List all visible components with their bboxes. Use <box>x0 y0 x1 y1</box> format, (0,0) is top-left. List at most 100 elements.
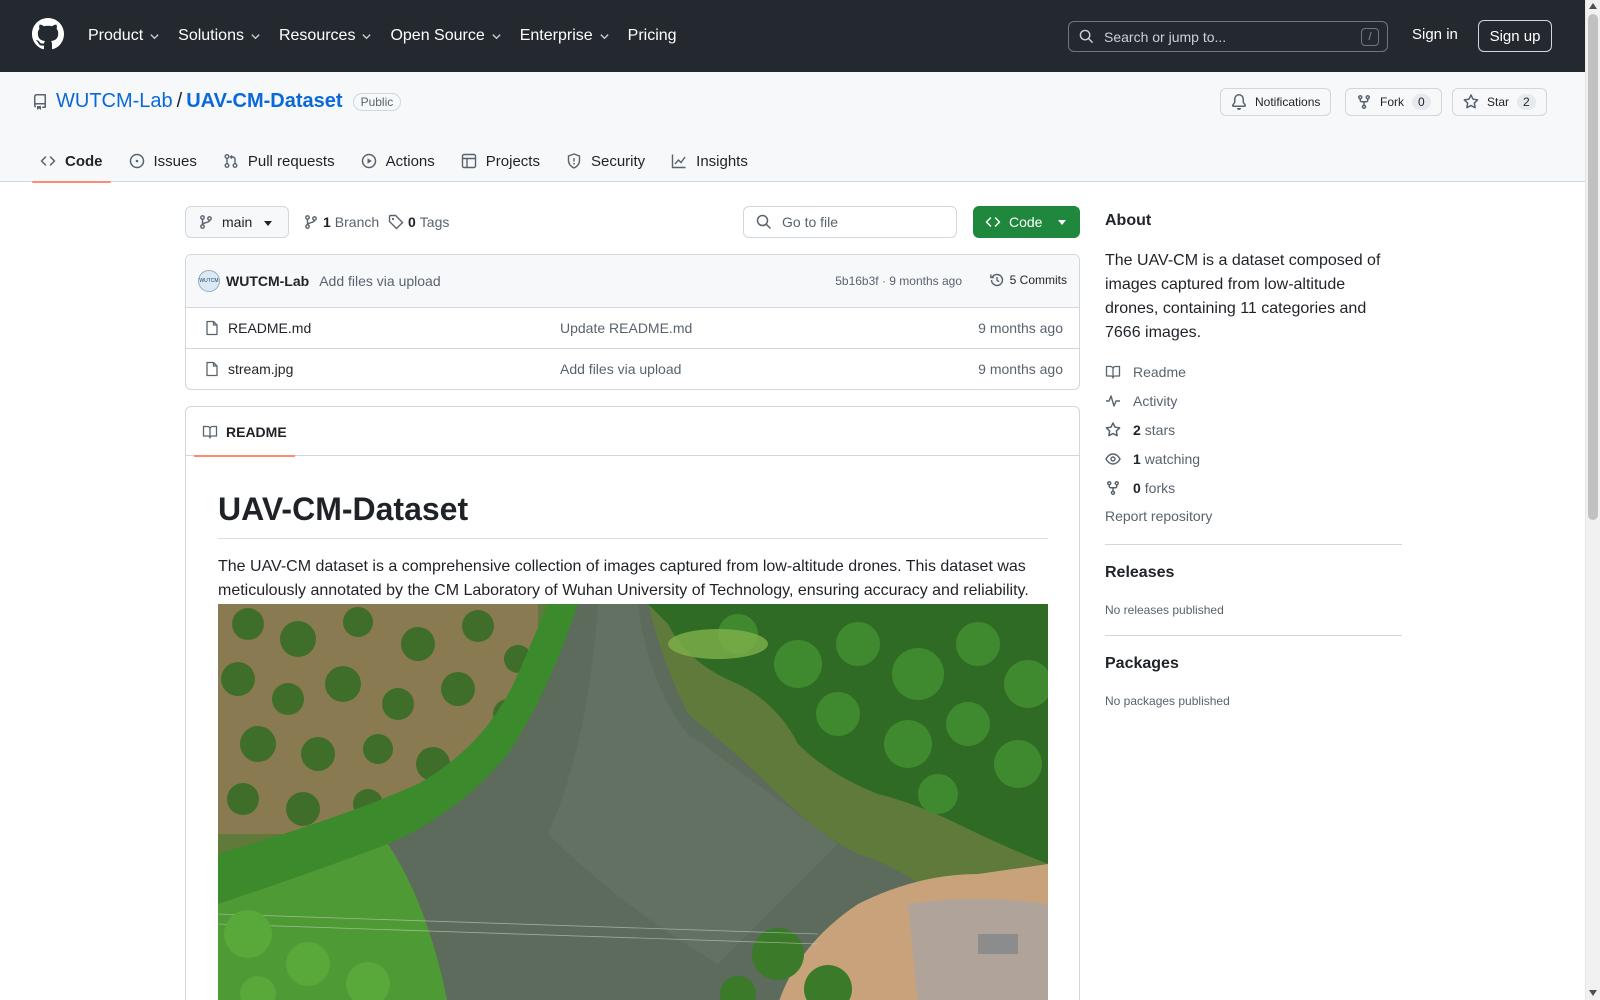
file-name-link[interactable]: README.md <box>228 320 311 336</box>
forks-count: 0 <box>1133 480 1141 496</box>
file-name-link[interactable]: stream.jpg <box>228 361 293 377</box>
pull-request-icon <box>224 154 238 168</box>
branch-count: 1 <box>323 214 331 230</box>
play-icon <box>361 153 376 169</box>
commit-hash-time[interactable]: 5b16b3f · 9 months ago <box>835 274 962 288</box>
stars-count: 2 <box>1133 422 1141 438</box>
tab-issues[interactable]: Issues <box>121 140 205 182</box>
global-search-input[interactable]: Search or jump to... / <box>1068 21 1388 52</box>
file-row[interactable]: stream.jpg Add files via upload 9 months… <box>186 349 1079 389</box>
github-logo-icon[interactable] <box>32 18 64 50</box>
forks-link[interactable]: 0 forks <box>1105 480 1175 496</box>
sidebar-divider <box>1105 635 1402 636</box>
branches-link[interactable]: 1 Branch <box>303 214 379 230</box>
scroll-thumb[interactable] <box>1588 14 1598 520</box>
readme-link-label: Readme <box>1133 364 1186 380</box>
fork-icon <box>1107 481 1119 496</box>
nav-solutions[interactable]: Solutions <box>178 22 261 50</box>
tab-pull-requests[interactable]: Pull requests <box>215 140 343 182</box>
forks-label: forks <box>1144 480 1176 496</box>
readme-link[interactable]: Readme <box>1105 364 1186 380</box>
nav-pricing[interactable]: Pricing <box>628 22 677 50</box>
releases-heading[interactable]: Releases <box>1105 564 1174 582</box>
readme-aerial-image[interactable] <box>218 604 1048 1000</box>
star-label: Star <box>1487 95 1510 109</box>
releases-empty-text: No releases published <box>1105 603 1224 617</box>
file-row[interactable]: README.md Update README.md 9 months ago <box>186 308 1079 349</box>
readme-paragraph: The UAV-CM dataset is a comprehensive co… <box>218 558 1029 599</box>
watching-label: watching <box>1144 451 1201 467</box>
commit-author-link[interactable]: WUTCM-Lab <box>226 273 309 289</box>
star-icon <box>1105 422 1121 437</box>
branch-icon <box>305 215 317 229</box>
nav-enterprise[interactable]: Enterprise <box>520 22 610 50</box>
search-icon <box>1079 29 1094 44</box>
code-icon <box>985 217 1001 227</box>
nav-product[interactable]: Product <box>88 22 160 50</box>
tab-actions-label: Actions <box>385 152 435 170</box>
scroll-up-arrow-icon[interactable] <box>1589 3 1597 9</box>
repo-name-link[interactable]: UAV-CM-Dataset <box>186 90 342 113</box>
tab-code[interactable]: Code <box>32 140 111 183</box>
sign-up-button[interactable]: Sign up <box>1478 20 1552 52</box>
readme-tab-label: README <box>226 423 287 440</box>
file-list: WUTCM WUTCM-Lab Add files via upload 5b1… <box>185 254 1080 390</box>
code-dropdown-button[interactable]: Code <box>973 206 1080 238</box>
sidebar-divider <box>1105 544 1402 545</box>
chevron-down-icon <box>492 33 501 39</box>
commits-link[interactable]: 5 Commits <box>989 272 1067 288</box>
search-icon <box>756 214 772 230</box>
activity-link[interactable]: Activity <box>1105 393 1177 409</box>
branch-selector-button[interactable]: main <box>185 206 289 238</box>
packages-empty-text: No packages published <box>1105 694 1230 708</box>
fork-count: 0 <box>1412 94 1431 110</box>
scroll-down-arrow-icon[interactable] <box>1589 990 1597 996</box>
sign-in-link[interactable]: Sign in <box>1412 26 1458 43</box>
book-icon <box>202 425 218 439</box>
tags-link[interactable]: 0 Tags <box>388 214 449 230</box>
notifications-label: Notifications <box>1255 95 1321 109</box>
chevron-down-icon <box>600 33 609 39</box>
readme-panel: README UAV-CM-Dataset The UAV-CM dataset… <box>185 406 1080 1000</box>
fork-button[interactable]: Fork 0 <box>1345 88 1442 116</box>
repo-owner-link[interactable]: WUTCM-Lab <box>56 90 173 113</box>
tab-security-label: Security <box>590 152 646 170</box>
star-icon <box>1463 94 1479 109</box>
report-repository-link[interactable]: Report repository <box>1105 508 1212 524</box>
stars-link[interactable]: 2 stars <box>1105 422 1175 438</box>
file-commit-message-link[interactable]: Update README.md <box>560 320 692 336</box>
tab-projects[interactable]: Projects <box>453 140 548 182</box>
fork-icon <box>1358 95 1370 110</box>
avatar[interactable]: WUTCM <box>198 270 220 292</box>
file-commit-message-link[interactable]: Add files via upload <box>560 361 681 377</box>
commits-count-label: 5 Commits <box>1009 273 1067 287</box>
tab-readme[interactable]: README <box>194 407 295 457</box>
notifications-button[interactable]: Notifications <box>1220 88 1332 116</box>
file-commit-time: 9 months ago <box>978 320 1063 336</box>
repo-tabs: Code Issues Pull requests Actions Projec… <box>32 140 766 183</box>
tab-insights-label: Insights <box>696 152 748 170</box>
watchers-link[interactable]: 1 watching <box>1105 451 1200 467</box>
tab-security[interactable]: Security <box>558 140 653 182</box>
book-icon <box>1105 365 1121 379</box>
star-button[interactable]: Star 2 <box>1452 88 1547 116</box>
nav-resources[interactable]: Resources <box>279 22 372 50</box>
repo-title: WUTCM-Lab / UAV-CM-Dataset Public <box>32 90 402 113</box>
packages-heading[interactable]: Packages <box>1105 655 1179 673</box>
nav-open-source[interactable]: Open Source <box>390 22 501 50</box>
tab-projects-label: Projects <box>485 152 540 170</box>
commit-message-link[interactable]: Add files via upload <box>319 273 440 289</box>
go-to-file-input[interactable]: Go to file <box>743 206 957 238</box>
tag-icon <box>388 214 404 230</box>
global-header: Product Solutions Resources Open Source … <box>0 0 1585 72</box>
repo-header: WUTCM-Lab / UAV-CM-Dataset Public Notifi… <box>0 72 1585 183</box>
search-shortcut-key: / <box>1361 28 1379 46</box>
tag-label: Tags <box>419 214 450 230</box>
tab-insights[interactable]: Insights <box>663 140 756 182</box>
tab-actions[interactable]: Actions <box>353 140 443 182</box>
page-scrollbar[interactable] <box>1585 0 1600 1000</box>
fork-label: Fork <box>1380 95 1404 109</box>
repo-icon <box>34 93 46 110</box>
tab-pull-requests-label: Pull requests <box>247 152 335 170</box>
visibility-badge: Public <box>352 92 402 111</box>
